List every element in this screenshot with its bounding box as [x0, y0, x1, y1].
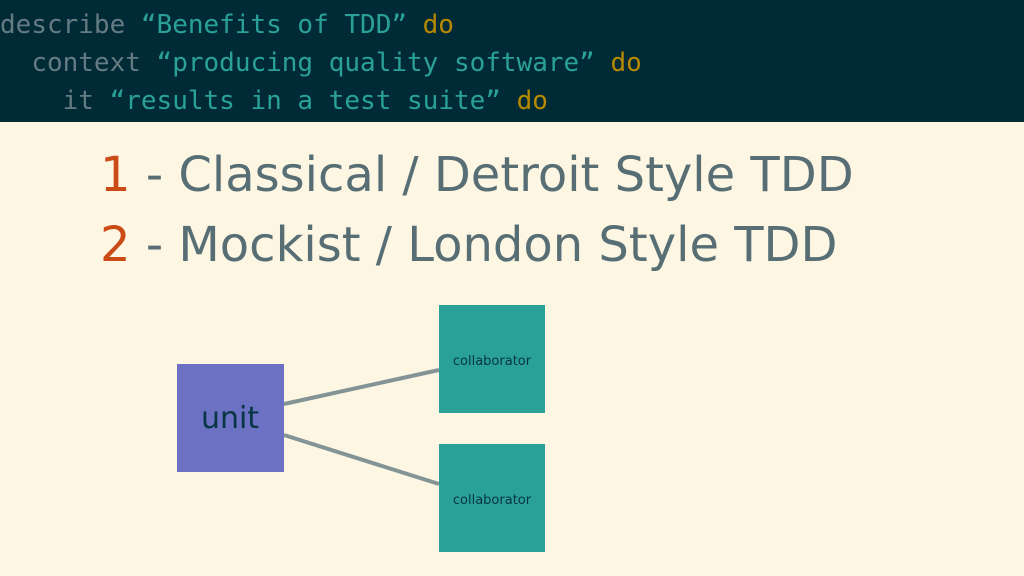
- edge-unit-collaborator-1: [283, 368, 440, 406]
- collaborator-label-1: collaborator: [453, 354, 532, 369]
- unit-label: unit: [201, 401, 259, 436]
- edge-unit-collaborator-2: [283, 433, 440, 486]
- collaborator-label-2: collaborator: [453, 493, 532, 508]
- unit-collaborator-diagram: unit collaborator collaborator: [177, 305, 545, 552]
